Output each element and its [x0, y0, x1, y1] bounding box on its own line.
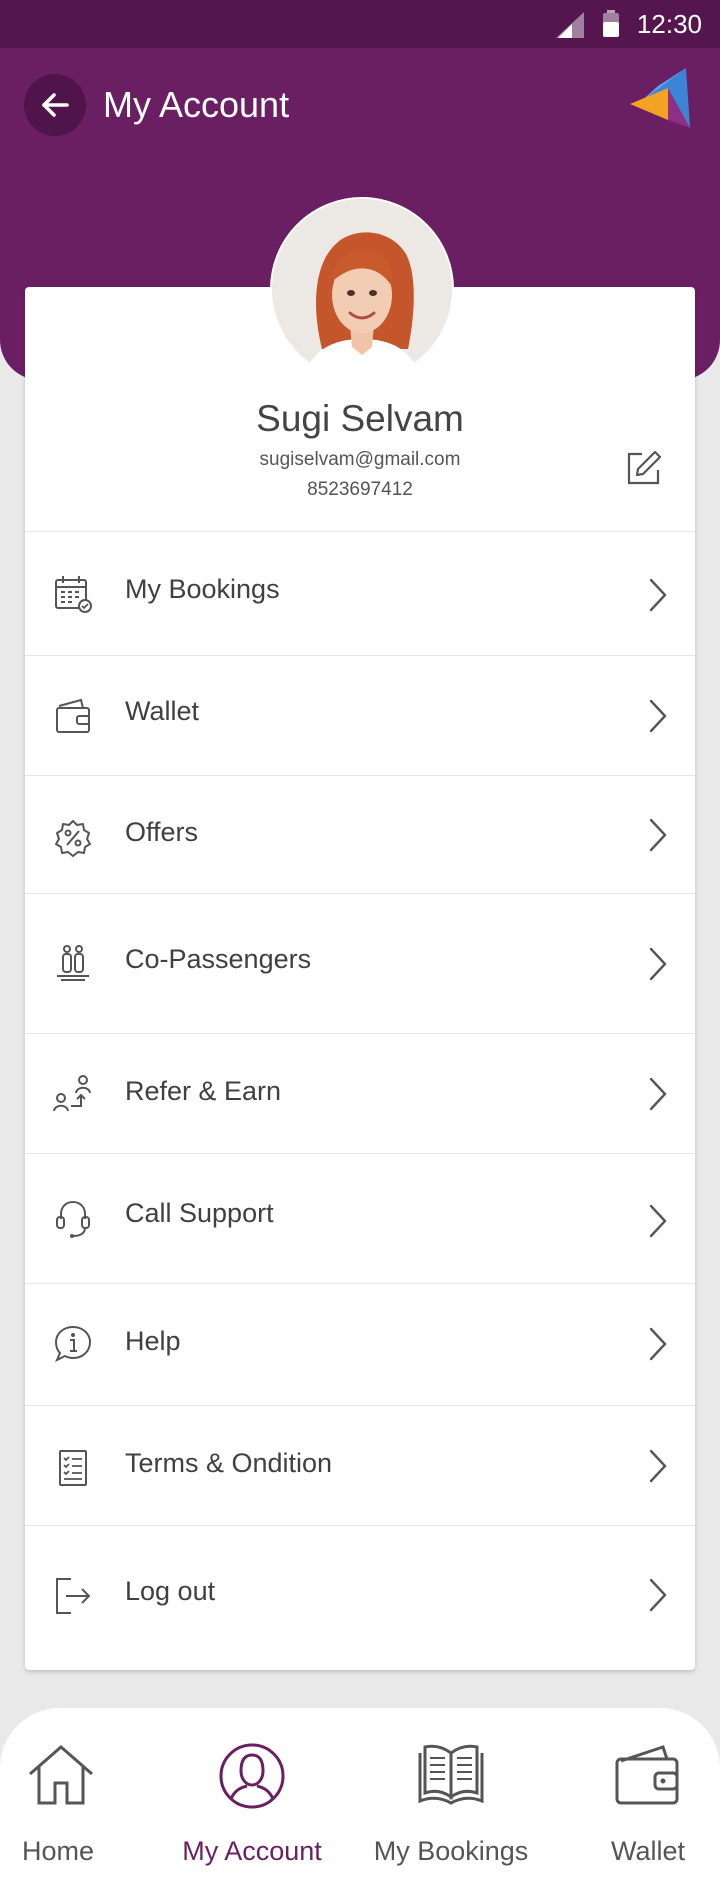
menu-item-my-bookings[interactable]: My Bookings [25, 531, 695, 656]
home-icon [29, 1745, 93, 1805]
book-icon [418, 1744, 484, 1805]
menu-item-call-support[interactable]: Call Support [25, 1153, 695, 1284]
chevron-right-icon [649, 1204, 667, 1238]
menu-item-co-passengers[interactable]: Co-Passengers [25, 893, 695, 1034]
menu-item-label: Wallet [125, 696, 200, 726]
arrow-left-icon [42, 93, 69, 117]
signal-icon [556, 12, 584, 38]
menu-item-wallet[interactable]: Wallet [25, 655, 695, 776]
edit-profile-button[interactable] [624, 448, 664, 488]
chevron-right-icon [649, 1327, 667, 1361]
menu-item-terms[interactable]: Terms & Ondition [25, 1405, 695, 1526]
menu-item-label: Refer & Earn [125, 1076, 282, 1106]
battery-icon [603, 10, 619, 37]
menu-item-log-out[interactable]: Log out [25, 1525, 695, 1670]
nav-label: My Account [182, 1836, 322, 1866]
chevron-right-icon [649, 699, 667, 733]
nav-my-account[interactable]: My Account [168, 1708, 336, 1880]
chevron-right-icon [649, 818, 667, 852]
nav-home[interactable]: Home [0, 1708, 116, 1880]
checklist-icon [59, 1450, 87, 1486]
chevron-right-icon [649, 578, 667, 612]
menu-item-label: Co-Passengers [125, 944, 312, 974]
menu-item-label: Call Support [125, 1198, 274, 1228]
profile-email: sugiselvam@gmail.com [259, 449, 461, 470]
account-icon [219, 1743, 285, 1809]
logout-icon [56, 1578, 91, 1614]
bottom-nav: Home My Account My Bookings Wallet [0, 1708, 720, 1880]
chevron-right-icon [649, 1449, 667, 1483]
chevron-right-icon [649, 1077, 667, 1111]
status-bar: 12:30 [0, 0, 720, 48]
edit-icon [627, 450, 662, 485]
chevron-right-icon [649, 947, 667, 981]
nav-wallet[interactable]: Wallet [596, 1708, 700, 1880]
menu-item-label: My Bookings [125, 574, 280, 604]
menu-item-offers[interactable]: Offers [25, 775, 695, 894]
nav-label: Wallet [610, 1836, 685, 1866]
nav-my-bookings[interactable]: My Bookings [362, 1708, 540, 1880]
nav-label: My Bookings [373, 1836, 529, 1866]
back-button[interactable] [24, 74, 86, 136]
nav-label: Home [21, 1836, 95, 1866]
wallet-icon [56, 698, 90, 733]
profile-photo [272, 199, 452, 379]
discount-badge-icon [55, 820, 91, 857]
chevron-right-icon [649, 1578, 667, 1612]
status-time: 12:30 [636, 9, 702, 39]
app-logo [630, 68, 690, 140]
menu-item-label: Offers [125, 817, 199, 847]
info-bubble-icon [54, 1325, 92, 1363]
profile-phone: 8523697412 [307, 479, 413, 500]
page-title: My Account [103, 84, 290, 125]
passengers-icon [57, 945, 89, 981]
menu-item-label: Terms & Ondition [125, 1448, 333, 1478]
menu-item-help[interactable]: Help [25, 1283, 695, 1406]
menu-item-refer-earn[interactable]: Refer & Earn [25, 1033, 695, 1154]
avatar[interactable] [270, 197, 454, 381]
menu-item-label: Log out [125, 1576, 216, 1606]
headset-icon [56, 1200, 90, 1238]
profile-name: Sugi Selvam [256, 398, 464, 439]
menu-item-label: Help [125, 1326, 181, 1356]
wallet-icon [615, 1745, 679, 1805]
refer-icon [53, 1075, 91, 1112]
calendar-icon [55, 576, 92, 613]
